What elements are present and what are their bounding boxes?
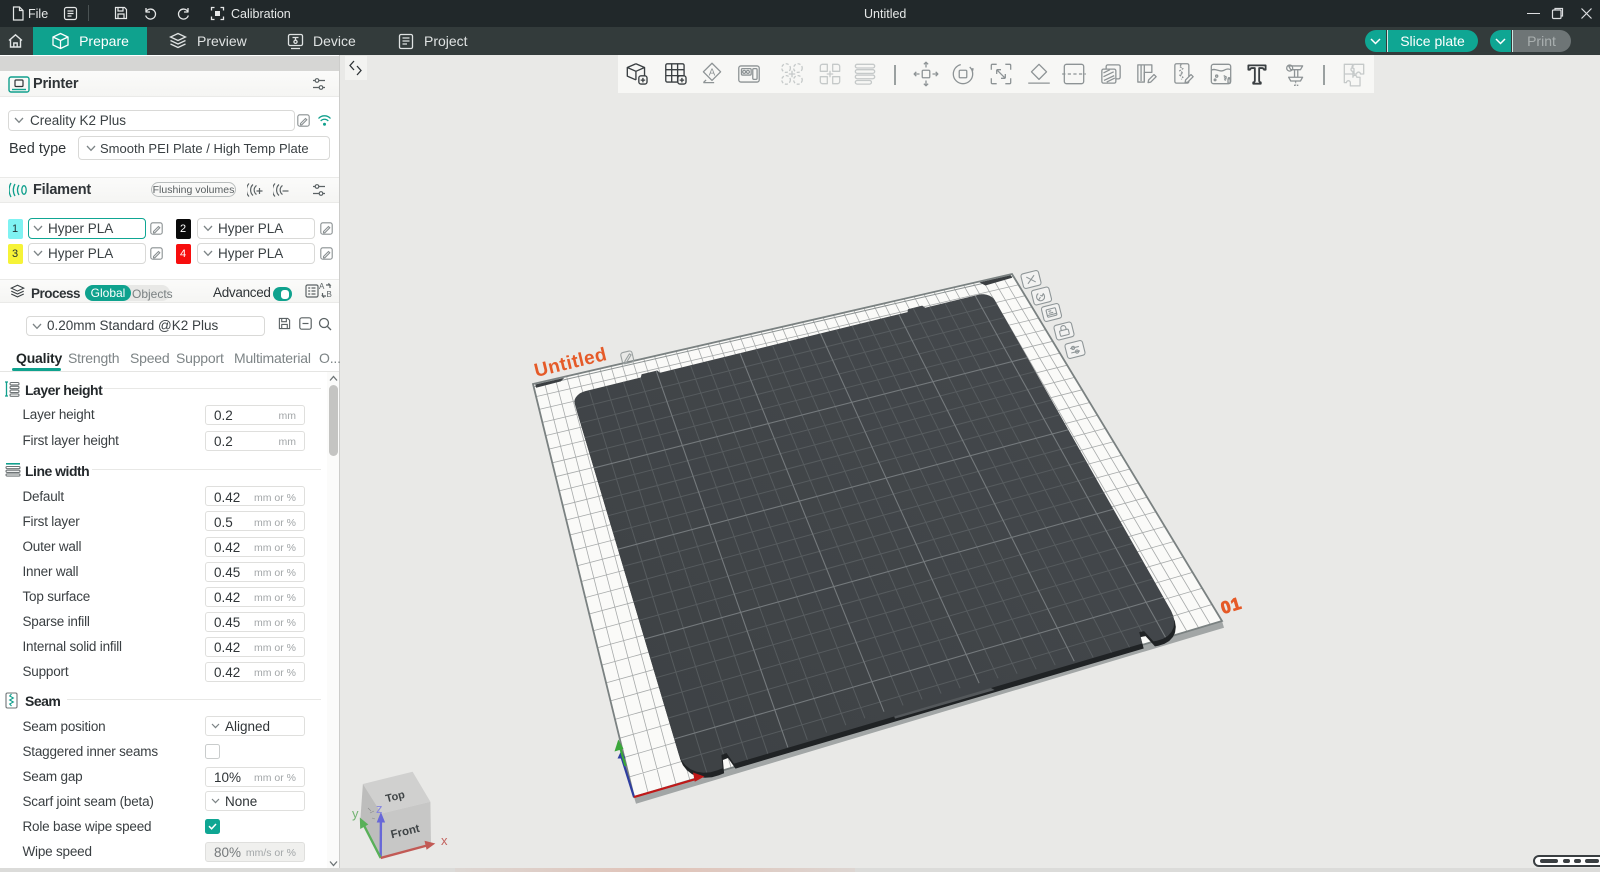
svg-text:y: y <box>352 806 359 821</box>
svg-text:z: z <box>376 801 383 816</box>
svg-text:01: 01 <box>1219 594 1245 618</box>
svg-text:B: B <box>327 290 332 299</box>
svg-text:A: A <box>319 282 325 291</box>
svg-text:x: x <box>441 833 448 848</box>
